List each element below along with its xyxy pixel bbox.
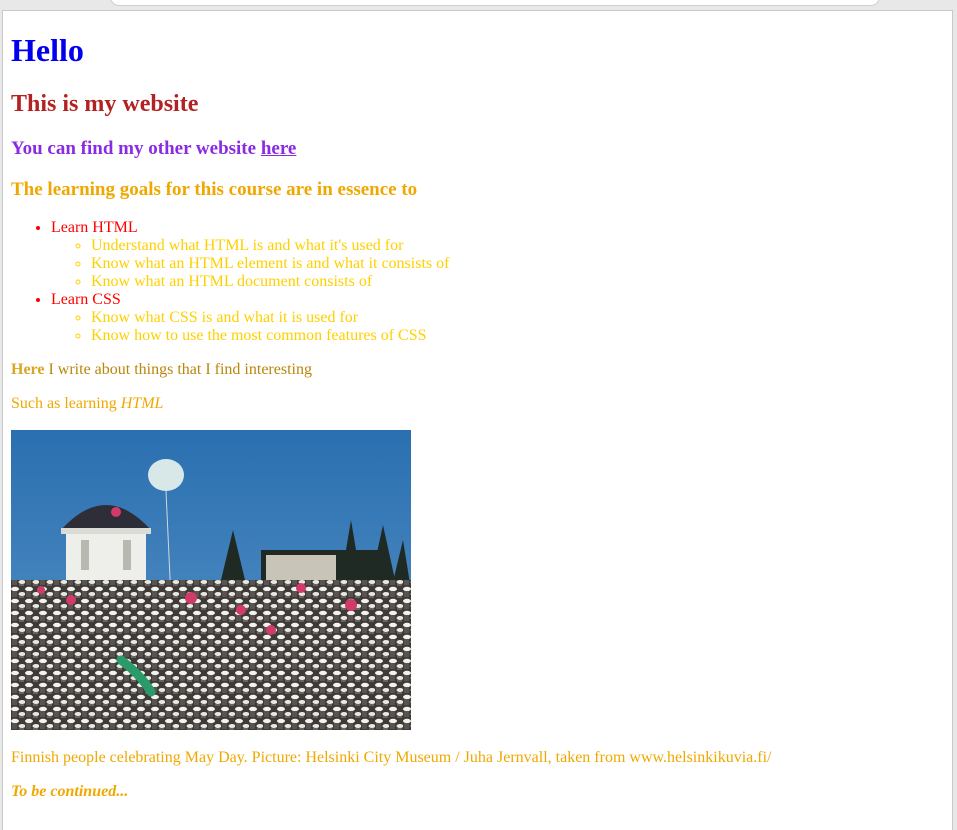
goals-heading: The learning goals for this course are i… <box>11 179 418 200</box>
about-bold: Here <box>11 361 45 378</box>
page-title: Hello <box>11 32 84 68</box>
sub-goal-item: Know what an HTML document consists of <box>91 273 449 291</box>
goal-item-css: Learn CSS Know what CSS is and what it i… <box>51 291 449 345</box>
may-day-photo <box>11 430 411 730</box>
to-be-continued: To be continued... <box>11 783 129 800</box>
may-day-photo-illustration <box>11 430 411 730</box>
goal-label: Learn CSS <box>51 291 121 308</box>
goal-label: Learn HTML <box>51 219 138 236</box>
sub-goal-item: Know how to use the most common features… <box>91 327 449 345</box>
learning-paragraph: Such as learning HTML <box>11 395 163 413</box>
other-website-link[interactable]: here <box>261 138 297 159</box>
sub-goal-item: Understand what HTML is and what it's us… <box>91 237 449 255</box>
learning-text: Such as learning <box>11 395 121 412</box>
goals-list: Learn HTML Understand what HTML is and w… <box>11 219 449 345</box>
browser-toolbar <box>0 0 957 10</box>
other-website-text: You can find my other website <box>11 138 257 159</box>
page-viewport: Hello This is my website You can find my… <box>2 10 953 830</box>
sub-goal-item: Know what CSS is and what it is used for <box>91 309 449 327</box>
about-rest: I write about things that I find interes… <box>44 361 312 378</box>
goal-item-html: Learn HTML Understand what HTML is and w… <box>51 219 449 291</box>
learning-emphasis: HTML <box>120 395 164 412</box>
sub-goal-item: Know what an HTML element is and what it… <box>91 255 449 273</box>
goal-sublist: Know what CSS is and what it is used for… <box>51 309 449 345</box>
goal-sublist: Understand what HTML is and what it's us… <box>51 237 449 291</box>
address-bar[interactable] <box>110 0 880 6</box>
other-website-heading: You can find my other website here <box>11 138 296 160</box>
photo-caption: Finnish people celebrating May Day. Pict… <box>11 749 772 766</box>
about-paragraph: Here I write about things that I find in… <box>11 361 312 379</box>
page-subtitle: This is my website <box>11 91 199 117</box>
